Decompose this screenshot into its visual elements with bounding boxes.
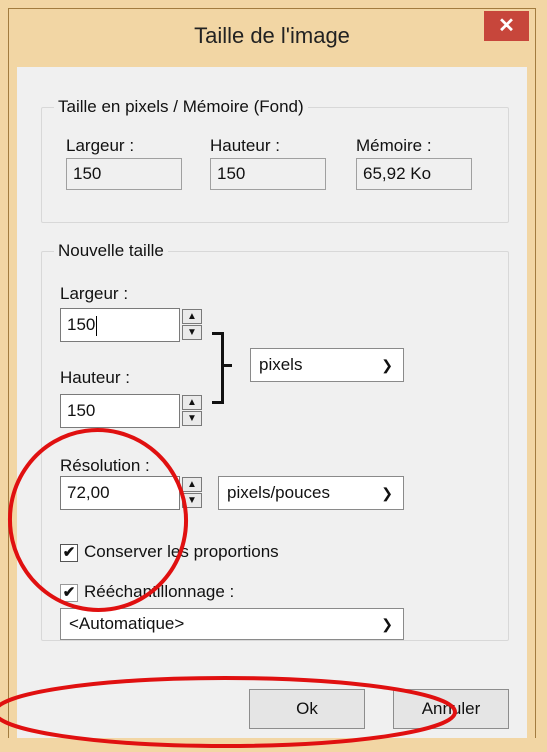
resample-method-value: <Automatique> (69, 614, 185, 633)
spin-down-icon[interactable]: ▼ (182, 493, 202, 508)
memory-readonly-field: 65,92 Ko (356, 158, 472, 190)
height-readonly-field: 150 (210, 158, 326, 190)
cancel-button[interactable]: Annuler (393, 689, 509, 729)
new-width-input[interactable]: 150 (60, 308, 180, 342)
new-height-label: Hauteur : (60, 368, 130, 387)
resample-checkbox[interactable]: ✔ (60, 584, 78, 602)
dialog-title: Taille de l'image (194, 23, 350, 48)
resolution-label: Résolution : (60, 456, 150, 475)
chevron-down-icon: ❯ (381, 357, 393, 373)
spin-down-icon[interactable]: ▼ (182, 411, 202, 426)
size-unit-select[interactable]: pixels ❯ (250, 348, 404, 382)
text-cursor (96, 315, 98, 336)
size-unit-value: pixels (259, 355, 303, 374)
title-bar[interactable]: Taille de l'image ✕ (9, 9, 535, 67)
chevron-down-icon: ❯ (381, 485, 393, 501)
resolution-spinner[interactable]: ▲ ▼ (182, 476, 202, 510)
new-size-group: Nouvelle taille Largeur : 150 ▲ ▼ Hauteu… (41, 241, 509, 641)
memory-label: Mémoire : (356, 136, 432, 155)
new-width-spinner[interactable]: ▲ ▼ (182, 308, 202, 342)
new-width-label: Largeur : (60, 284, 129, 303)
new-height-spinner[interactable]: ▲ ▼ (182, 394, 202, 428)
pixel-size-legend: Taille en pixels / Mémoire (Fond) (54, 97, 308, 117)
link-bracket (212, 332, 224, 404)
spin-down-icon[interactable]: ▼ (182, 325, 202, 340)
new-height-input[interactable]: 150 (60, 394, 180, 428)
height-label: Hauteur : (210, 136, 280, 155)
resample-label: Rééchantillonnage : (84, 582, 235, 601)
new-size-legend: Nouvelle taille (54, 241, 168, 261)
resolution-input[interactable]: 72,00 (60, 476, 180, 510)
width-readonly-field: 150 (66, 158, 182, 190)
spin-up-icon[interactable]: ▲ (182, 477, 202, 492)
keep-proportions-checkbox[interactable]: ✔ (60, 544, 78, 562)
spin-up-icon[interactable]: ▲ (182, 395, 202, 410)
close-icon: ✕ (498, 15, 515, 37)
width-label: Largeur : (66, 136, 135, 155)
resolution-value: 72,00 (67, 483, 110, 502)
spin-up-icon[interactable]: ▲ (182, 309, 202, 324)
dialog-window: Taille de l'image ✕ Taille en pixels / M… (8, 8, 536, 748)
resolution-unit-select[interactable]: pixels/pouces ❯ (218, 476, 404, 510)
new-height-value: 150 (67, 401, 96, 420)
new-width-value: 150 (67, 315, 96, 334)
keep-proportions-label: Conserver les proportions (84, 542, 279, 561)
chevron-down-icon: ❯ (381, 616, 393, 632)
ok-button[interactable]: Ok (249, 689, 365, 729)
close-button[interactable]: ✕ (484, 11, 529, 41)
window-bottom-frame (0, 738, 547, 752)
link-bracket-tick (224, 364, 232, 367)
dialog-client-area: Taille en pixels / Mémoire (Fond) Largeu… (17, 67, 527, 747)
pixel-size-group: Taille en pixels / Mémoire (Fond) Largeu… (41, 97, 509, 223)
resample-method-select[interactable]: <Automatique> ❯ (60, 608, 404, 640)
resolution-unit-value: pixels/pouces (227, 483, 331, 502)
